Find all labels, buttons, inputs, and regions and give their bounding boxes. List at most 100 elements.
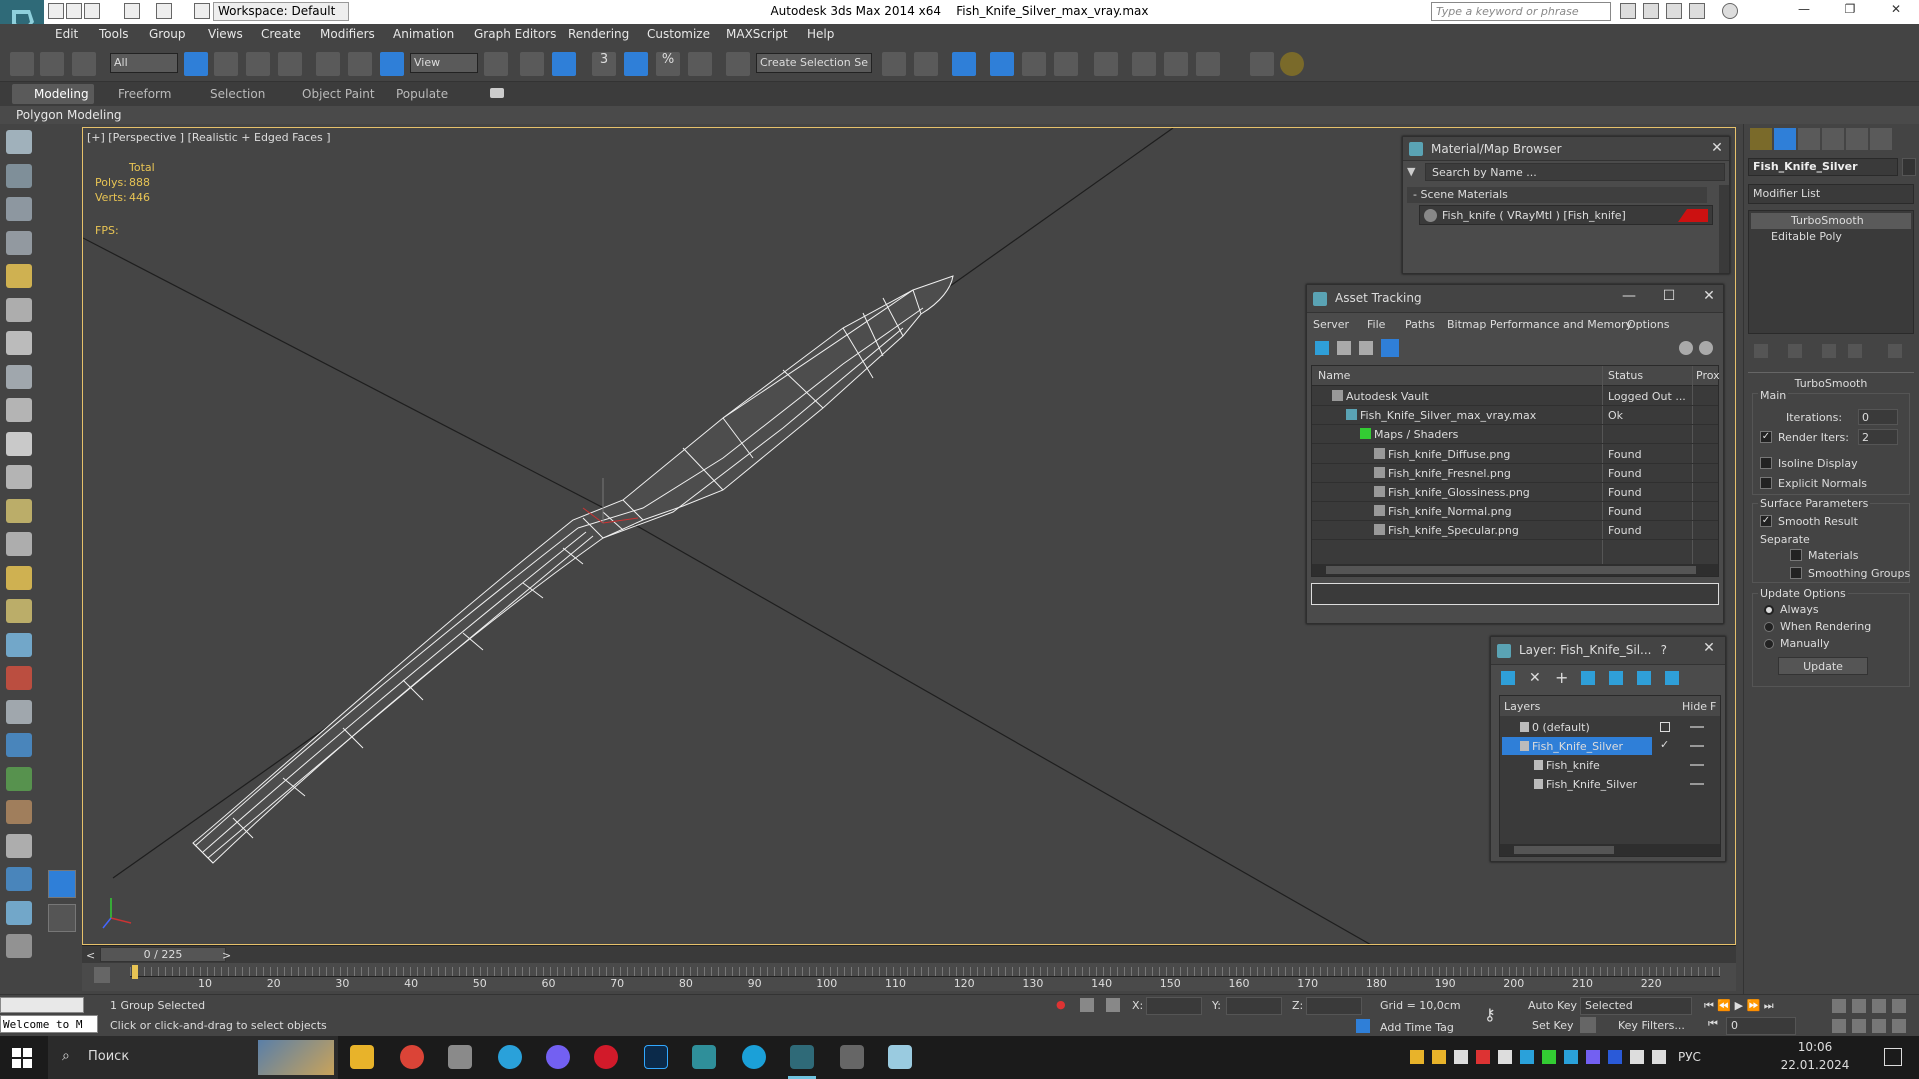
stack-item-turbosmooth[interactable]: TurboSmooth [1751,213,1911,229]
mirror-icon[interactable] [882,52,906,76]
add-to-layer-icon[interactable] [1581,671,1595,685]
maximize-viewport-icon[interactable] [1892,1019,1906,1033]
layer-titlebar[interactable]: Layer: Fish_Knife_Sil... ? ✕ [1491,637,1725,665]
hide-toggle[interactable] [1690,764,1704,766]
update-button[interactable]: Update [1778,657,1868,675]
zoom-extents-icon[interactable] [1872,999,1886,1013]
scene-materials-header[interactable]: - Scene Materials [1407,187,1707,203]
asset-table-hscroll[interactable] [1312,564,1718,576]
manually-radio[interactable] [1764,639,1774,649]
detail-view-icon[interactable] [1359,341,1373,355]
key-mode-icon[interactable]: ⚷ [1484,1005,1510,1024]
time-slider[interactable]: < 0 / 225 > [82,945,1736,963]
isoline-checkbox[interactable] [1760,457,1772,469]
sun-icon[interactable] [6,565,32,590]
key-filters-button[interactable]: Key Filters... [1618,1019,1685,1032]
menu-graph-editors[interactable]: Graph Editors [474,27,556,41]
smooth-result-checkbox[interactable]: ✓ [1760,515,1772,527]
hide-layer-icon[interactable] [1637,671,1651,685]
explicit-normals-checkbox[interactable] [1760,477,1772,489]
refresh-icon[interactable] [1315,341,1329,355]
teapot-icon[interactable] [6,130,32,154]
when-rendering-radio[interactable] [1764,622,1774,632]
key-mode-dropdown[interactable]: Selected [1580,997,1692,1015]
hide-toggle[interactable] [1690,783,1704,785]
orbit-icon[interactable] [1872,1019,1886,1033]
auto-key-button[interactable]: Auto Key [1528,999,1577,1012]
col-layers[interactable]: Layers [1504,700,1540,713]
dummy-icon[interactable] [6,331,32,355]
binoculars-icon[interactable] [1620,3,1636,19]
render-production-icon[interactable] [1196,52,1220,76]
camera-icon[interactable] [6,163,32,188]
edge-icon[interactable] [742,1045,766,1069]
tray-icon[interactable] [1520,1050,1534,1064]
iterations-input[interactable]: 0 [1858,409,1898,425]
add-time-tag[interactable]: Add Time Tag [1380,1021,1454,1034]
asset-row[interactable]: Fish_knife_Diffuse.png Found [1312,445,1718,464]
app-icon[interactable] [888,1045,912,1069]
col-name[interactable]: Name [1318,369,1350,382]
chrome-icon[interactable] [400,1045,424,1069]
asset-row[interactable]: Autodesk Vault Logged Out ... [1312,387,1718,406]
sphere-icon[interactable] [6,431,32,456]
layer-row[interactable]: Fish_knife [1500,756,1720,775]
edit-named-selection-icon[interactable] [726,52,750,76]
layer-manager-icon[interactable] [952,52,976,76]
particle-icon[interactable] [6,666,32,690]
manipulate-icon[interactable] [520,52,544,76]
configure-sets-icon[interactable] [1888,344,1902,358]
current-frame-input[interactable]: 0 [1726,1017,1796,1035]
app-icon[interactable] [840,1045,864,1069]
tray-icon[interactable] [1432,1050,1446,1064]
plant-icon[interactable] [6,766,32,791]
minimize-icon[interactable]: — [1621,288,1637,304]
light-icon[interactable] [6,264,32,288]
menu-create[interactable]: Create [261,27,301,41]
tab-object-paint[interactable]: Object Paint [302,87,375,101]
minimize-button[interactable]: — [1784,2,1824,22]
browser-options-icon[interactable]: ▼ [1407,165,1419,178]
select-and-link-icon[interactable] [10,52,34,76]
layer-row[interactable]: ✓ Fish_Knife_Silver [1500,737,1720,756]
network-icon[interactable] [1630,1050,1644,1064]
create-tab-icon[interactable] [1750,128,1772,150]
time-tag-icon[interactable] [1356,1019,1370,1033]
bluetooth-icon[interactable] [1608,1050,1622,1064]
help-icon[interactable] [1722,3,1738,19]
rendered-frame-window-icon[interactable] [1164,52,1188,76]
col-hide[interactable]: Hide [1682,700,1707,713]
asset-row[interactable]: Fish_knife_Glossiness.png Found [1312,483,1718,502]
close-window-button[interactable]: ✕ [1876,2,1916,22]
menu-tools[interactable]: Tools [99,27,129,41]
modifier-list-dropdown[interactable]: Modifier List [1748,184,1914,204]
delete-layer-icon[interactable]: ✕ [1529,670,1541,686]
globe-icon[interactable] [6,733,32,757]
go-to-end-icon[interactable]: ⏭ [1764,999,1774,1012]
menu-group[interactable]: Group [149,27,186,41]
sphere-blue-icon[interactable] [6,867,32,891]
render-iters-input[interactable]: 2 [1858,429,1898,445]
bind-space-warp-icon[interactable] [72,52,96,76]
tray-icon[interactable] [1476,1050,1490,1064]
y-coordinate-input[interactable] [1226,997,1282,1015]
layer-hscroll[interactable] [1500,844,1720,856]
move-icon[interactable] [316,52,340,76]
window-crossing-icon[interactable] [278,52,302,76]
menu-modifiers[interactable]: Modifiers [320,27,375,41]
select-object-icon[interactable] [184,52,208,76]
pan-icon[interactable] [1852,1019,1866,1033]
spinner-snap-icon[interactable] [688,52,712,76]
asset-menu-bitmap-performance-and-memory[interactable]: Bitmap Performance and Memory [1447,318,1632,331]
selection-region-icon[interactable] [246,52,270,76]
viber-icon[interactable] [546,1045,570,1069]
x-coordinate-input[interactable] [1146,997,1202,1015]
tab-populate[interactable]: Populate [396,87,448,101]
play-icon[interactable]: ▶ [1735,999,1743,1012]
asset-menu-paths[interactable]: Paths [1405,318,1435,331]
hair-icon[interactable] [6,800,32,824]
layer-help-button[interactable]: ? [1661,643,1667,657]
3dsmax-active-icon[interactable] [790,1045,814,1069]
remove-modifier-icon[interactable] [1848,344,1862,358]
ribbon-options-icon[interactable] [490,88,504,98]
